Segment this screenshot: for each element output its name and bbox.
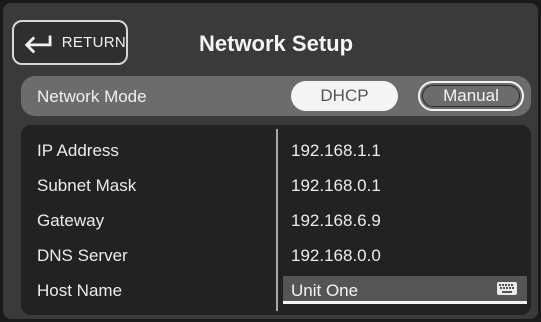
dhcp-option-label: DHCP (320, 86, 369, 105)
return-label: RETURN (61, 34, 126, 51)
dns-server-value[interactable]: 192.168.0.0 (291, 246, 381, 266)
ip-address-value[interactable]: 192.168.1.1 (291, 141, 381, 161)
gateway-label: Gateway (37, 211, 105, 230)
network-mode-bar: Network Mode DHCP Manual (21, 76, 531, 116)
return-button[interactable]: RETURN (12, 20, 128, 65)
return-arrow-icon (24, 35, 52, 53)
subnet-mask-value[interactable]: 192.168.0.1 (291, 176, 381, 196)
manual-option-button[interactable]: Manual (418, 81, 524, 111)
host-name-label: Host Name (37, 281, 123, 300)
dns-server-label: DNS Server (37, 246, 128, 265)
host-name-input[interactable]: Unit One (283, 276, 527, 304)
gateway-value[interactable]: 192.168.6.9 (291, 211, 381, 231)
network-mode-label: Network Mode (37, 87, 147, 106)
screen-frame: RETURN Network Setup Network Mode DHCP M… (0, 0, 541, 322)
ip-address-label: IP Address (37, 141, 119, 160)
network-setup-panel: RETURN Network Setup Network Mode DHCP M… (3, 3, 538, 319)
dhcp-option-button[interactable]: DHCP (291, 81, 398, 111)
column-divider (276, 129, 278, 311)
subnet-mask-label: Subnet Mask (37, 176, 137, 195)
network-settings-table: IP Address 192.168.1.1 Subnet Mask 192.1… (21, 125, 531, 315)
manual-option-label: Manual (443, 86, 499, 105)
host-name-value: Unit One (291, 281, 359, 300)
page-title: Network Setup (199, 31, 354, 56)
keyboard-icon[interactable] (497, 282, 517, 295)
